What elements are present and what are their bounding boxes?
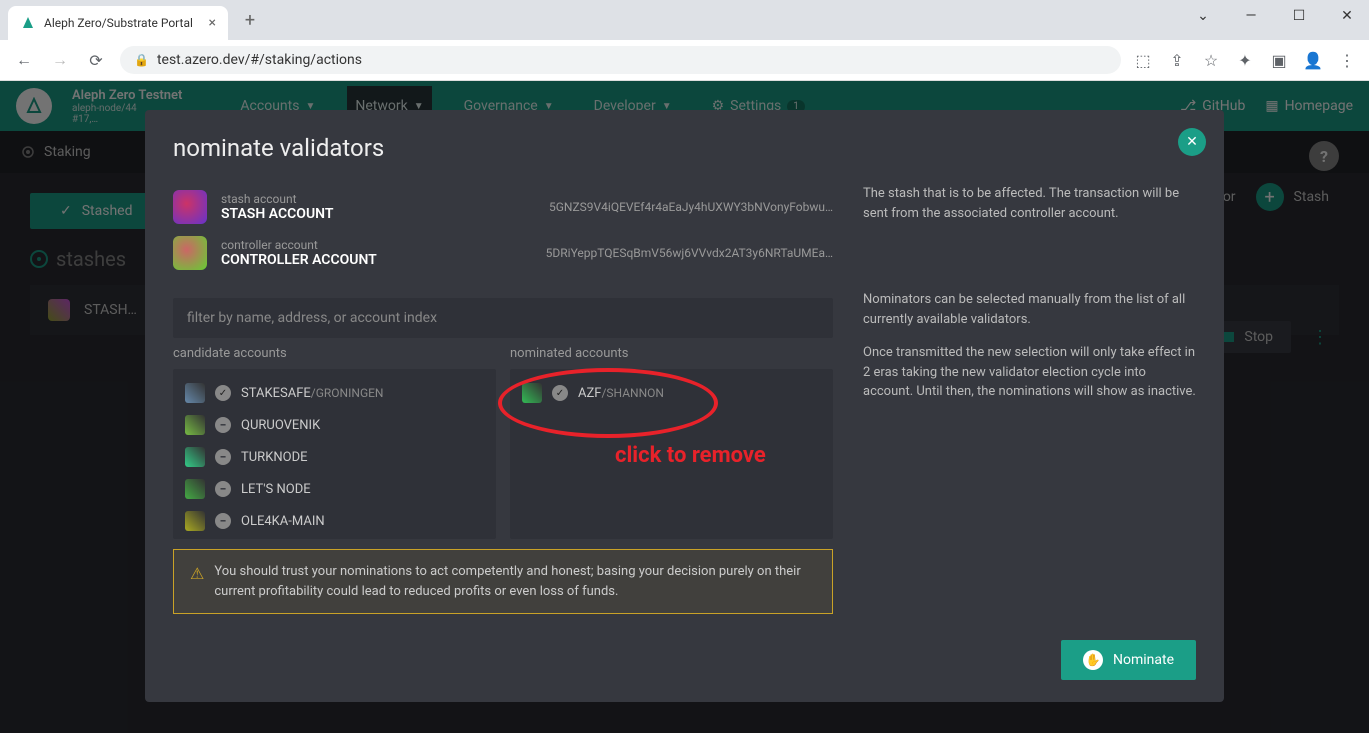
warning-box: ⚠ You should trust your nominations to a… [173,549,833,614]
nominated-title: nominated accounts [510,346,833,361]
back-button[interactable]: ← [12,48,36,72]
identicon-icon [173,236,207,270]
close-window-button[interactable]: ✕ [1333,8,1361,24]
identicon-icon [185,511,205,531]
menu-icon[interactable]: ⋮ [1337,51,1357,70]
identicon-icon [185,447,205,467]
check-icon [215,385,231,401]
validator-item[interactable]: STAKESAFE/GRONINGEN [181,377,488,409]
validator-item[interactable]: LET'S NODE [181,473,488,505]
window-controls: ⌄ — ☐ ✕ [1189,8,1361,24]
translate-icon[interactable]: ⬚ [1133,51,1153,70]
candidate-list: STAKESAFE/GRONINGEN QURUOVENIK TURKNODE LET… [173,369,496,539]
close-modal-button[interactable]: ✕ [1178,128,1206,156]
bookmark-icon[interactable]: ☆ [1201,51,1221,70]
browser-tab[interactable]: Aleph Zero/Substrate Portal × [8,6,228,40]
candidate-title: candidate accounts [173,346,496,361]
new-tab-button[interactable]: + [236,6,264,34]
validator-item[interactable]: TURKNODE [181,441,488,473]
minus-icon [215,449,231,465]
forward-button[interactable]: → [48,48,72,72]
lock-icon: 🔒 [134,53,149,67]
stash-account-row[interactable]: stash account STASH ACCOUNT 5GNZS9V4iQEV… [173,184,833,230]
identicon-icon [185,415,205,435]
controller-sublabel: controller account [221,238,377,252]
minus-icon [215,513,231,529]
minimize-button[interactable]: — [1237,8,1265,24]
validator-name: QURUOVENIK [241,418,320,433]
controller-mainlabel: CONTROLLER ACCOUNT [221,252,377,268]
nominate-modal: nominate validators ✕ stash account STAS… [145,110,1224,702]
validator-item[interactable]: AZF/SHANNON [518,377,825,409]
url-text: test.azero.dev/#/staking/actions [157,52,362,68]
warning-icon: ⚠ [190,562,204,601]
controller-address: 5DRiYeppTQESqBmV56wj6VVvdx2AT3y6NRTaUMEa… [546,246,833,260]
stash-mainlabel: STASH ACCOUNT [221,206,333,222]
reload-button[interactable]: ⟳ [84,48,108,72]
minus-icon [215,481,231,497]
check-icon [552,385,568,401]
url-field[interactable]: 🔒 test.azero.dev/#/staking/actions [120,46,1121,74]
identicon-icon [185,479,205,499]
stash-address: 5GNZS9V4iQEVEf4r4aEaJy4hUXWY3bNVonyFobwu… [549,200,833,214]
validator-name: TURKNODE [241,450,308,465]
warning-text: You should trust your nominations to act… [214,562,816,601]
filter-input[interactable] [173,298,833,338]
validator-item[interactable]: QURUOVENIK [181,409,488,441]
stash-sublabel: stash account [221,192,333,206]
validator-name: OLE4KA-MAIN [241,514,325,529]
validator-item[interactable]: OLE4KA-MAIN [181,505,488,537]
modal-desc-3: Once transmitted the new selection will … [863,343,1196,402]
identicon-icon [173,190,207,224]
profile-icon[interactable]: 👤 [1303,51,1323,70]
validator-name: AZF/SHANNON [578,386,664,401]
hand-icon: ✋ [1083,650,1103,670]
extensions-icon[interactable]: ✦ [1235,51,1255,70]
minus-icon [215,417,231,433]
nominated-list: AZF/SHANNON [510,369,833,539]
share-icon[interactable]: ⇪ [1167,51,1187,70]
identicon-icon [522,383,542,403]
tab-close-icon[interactable]: × [209,15,216,31]
nominate-button[interactable]: ✋ Nominate [1061,640,1196,680]
maximize-button[interactable]: ☐ [1285,8,1313,24]
sidepanel-icon[interactable]: ▣ [1269,51,1289,70]
validator-name: STAKESAFE/GRONINGEN [241,386,384,401]
tab-bar: Aleph Zero/Substrate Portal × + ⌄ — ☐ ✕ [0,0,1369,40]
identicon-icon [185,383,205,403]
tab-favicon-icon [20,15,36,31]
validator-name: LET'S NODE [241,482,311,497]
modal-title: nominate validators [173,134,1196,162]
chevron-down-icon[interactable]: ⌄ [1189,8,1217,24]
modal-desc-2: Nominators can be selected manually from… [863,290,1196,329]
address-bar: ← → ⟳ 🔒 test.azero.dev/#/staking/actions… [0,40,1369,80]
modal-desc-1: The stash that is to be affected. The tr… [863,184,1196,276]
tab-title: Aleph Zero/Substrate Portal [44,16,193,30]
controller-account-row[interactable]: controller account CONTROLLER ACCOUNT 5D… [173,230,833,276]
